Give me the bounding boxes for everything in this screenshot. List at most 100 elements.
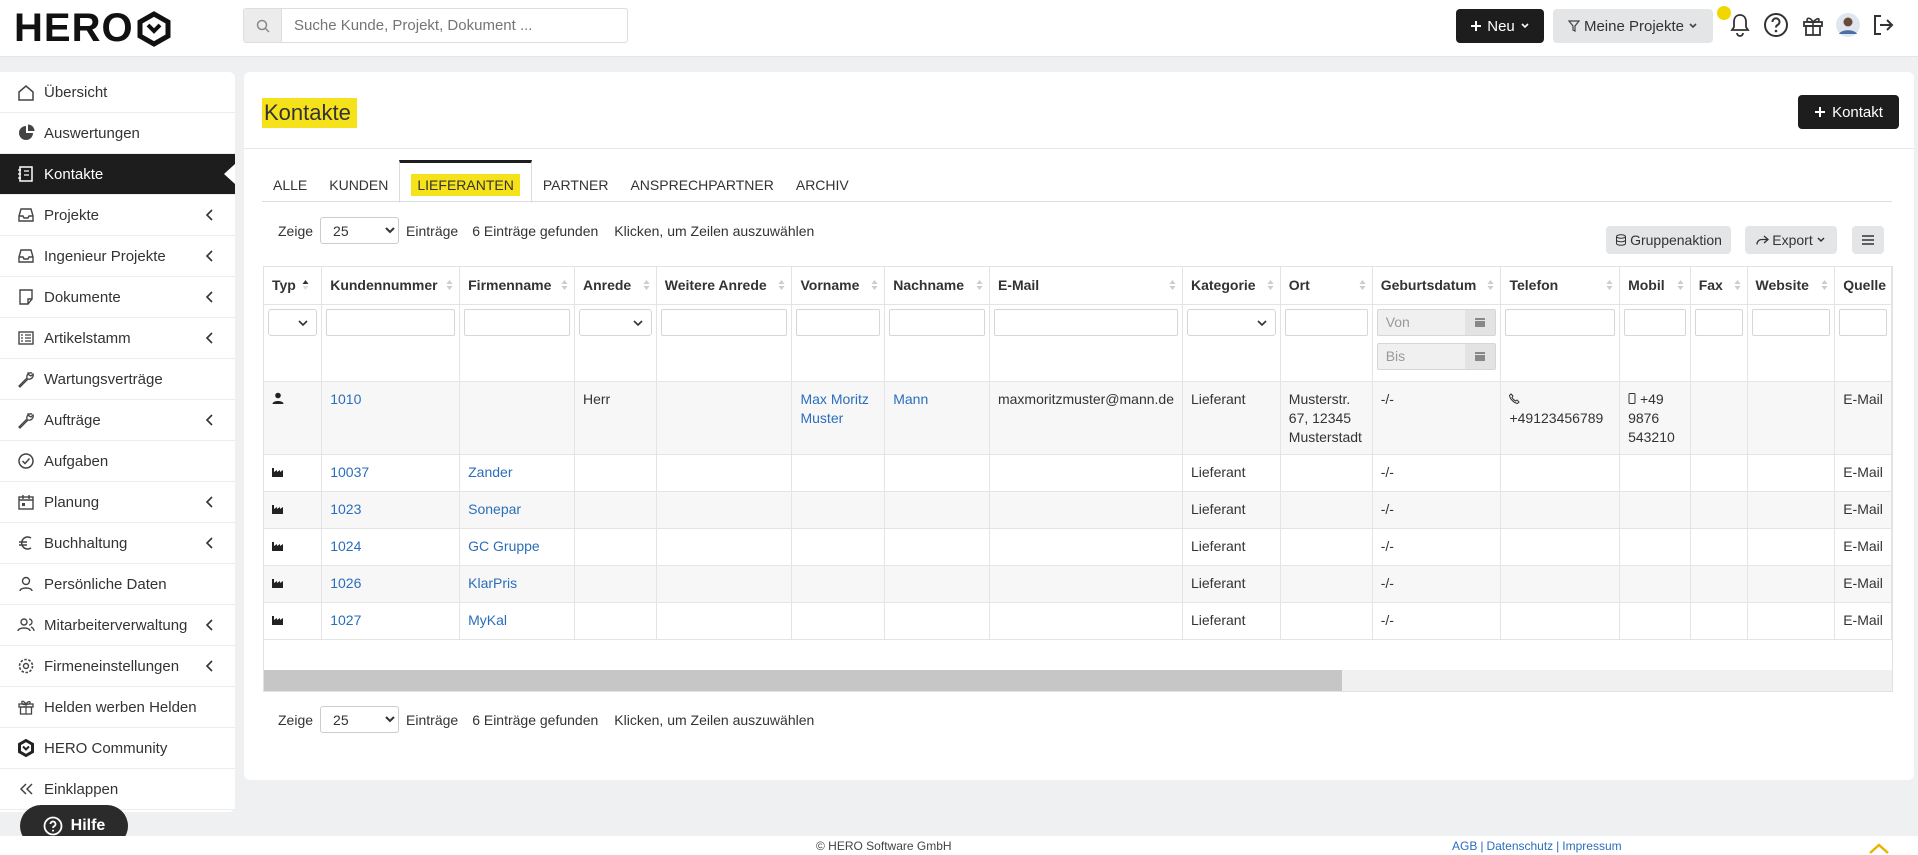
table-cell-vorname[interactable] [791, 454, 886, 492]
filter-input[interactable] [326, 308, 456, 336]
sidebar-item-hero-community[interactable]: HERO Community [0, 728, 235, 769]
horizontal-scrollbar[interactable] [264, 670, 1892, 691]
tab-lieferanten[interactable]: LIEFERANTEN [399, 160, 532, 203]
column-header-firmenname[interactable]: Firmenname [459, 267, 575, 305]
table-cell-nr[interactable]: 1023 [321, 491, 461, 529]
sidebar-item-wartungsverträge[interactable]: Wartungsverträge [0, 359, 235, 400]
table-cell-nr[interactable]: 1024 [321, 528, 461, 566]
export-button[interactable]: Export [1745, 226, 1837, 254]
column-header-mobil[interactable]: Mobil [1619, 267, 1691, 305]
table-cell-vorname[interactable] [791, 491, 886, 529]
scrollbar-thumb[interactable] [264, 670, 1342, 691]
sidebar-item-übersicht[interactable]: Übersicht [0, 72, 235, 113]
cell-value[interactable]: Max Moritz Muster [800, 391, 868, 426]
sidebar-item-helden-werben-helden[interactable]: Helden werben Helden [0, 687, 235, 728]
tab-archiv[interactable]: ARCHIV [785, 160, 860, 202]
table-cell-nachname[interactable] [884, 602, 990, 640]
page-size-select[interactable]: 25 [320, 217, 400, 244]
filter-input[interactable] [993, 308, 1178, 336]
column-header-kategorie[interactable]: Kategorie [1182, 267, 1281, 305]
sidebar-item-kontakte[interactable]: Kontakte [0, 154, 235, 195]
avatar[interactable] [1833, 10, 1863, 40]
filter-select[interactable] [1187, 308, 1276, 336]
cell-value[interactable]: Zander [468, 464, 512, 480]
add-contact-button[interactable]: Kontakt [1798, 95, 1899, 129]
date-from-input[interactable]: Von [1376, 308, 1497, 336]
table-cell-nr[interactable]: 10037 [321, 454, 461, 492]
filter-input[interactable] [1284, 308, 1368, 336]
sidebar-item-artikelstamm[interactable]: Artikelstamm [0, 318, 235, 359]
new-button[interactable]: Neu [1456, 9, 1544, 43]
table-cell-nachname[interactable] [884, 528, 990, 566]
logout-icon[interactable] [1868, 10, 1898, 40]
column-header-geburtsdatum[interactable]: Geburtsdatum [1372, 267, 1502, 305]
tab-kunden[interactable]: KUNDEN [318, 160, 399, 202]
group-action-button[interactable]: Gruppenaktion [1606, 226, 1731, 254]
table-cell-vorname[interactable] [791, 528, 886, 566]
sidebar-item-buchhaltung[interactable]: Buchhaltung [0, 523, 235, 564]
filter-input[interactable] [660, 308, 788, 336]
cell-value[interactable]: 1024 [330, 538, 361, 554]
filter-input[interactable] [1694, 308, 1743, 336]
sidebar-item-projekte[interactable]: Projekte [0, 195, 235, 236]
scroll-top-icon[interactable] [1868, 842, 1890, 854]
help-icon[interactable] [1761, 10, 1791, 40]
table-row[interactable]: 1026 KlarPris Lieferant -/- E-Mail [264, 565, 1892, 603]
cell-value[interactable]: 1023 [330, 501, 361, 517]
filter-input[interactable] [889, 308, 985, 336]
cell-value[interactable]: 1010 [330, 391, 361, 407]
cell-value[interactable]: MyKal [468, 612, 507, 628]
table-cell-firma[interactable]: MyKal [459, 602, 575, 640]
column-header-anrede[interactable]: Anrede [574, 267, 657, 305]
column-header-typ[interactable]: Typ [264, 267, 323, 305]
table-row[interactable]: 10037 Zander Lieferant -/- E-Mail [264, 454, 1892, 492]
cell-value[interactable]: KlarPris [468, 575, 517, 591]
column-header-fax[interactable]: Fax [1690, 267, 1748, 305]
cell-value[interactable]: Sonepar [468, 501, 521, 517]
table-cell-nr[interactable]: 1026 [321, 565, 461, 603]
table-cell-firma[interactable]: KlarPris [459, 565, 575, 603]
cell-value[interactable]: Mann [893, 391, 928, 407]
filter-select[interactable] [268, 308, 318, 336]
gift-icon[interactable] [1798, 10, 1828, 40]
cell-value[interactable]: 1026 [330, 575, 361, 591]
search-input[interactable] [282, 9, 627, 42]
tab-alle[interactable]: ALLE [262, 160, 318, 202]
column-header-weitere-anrede[interactable]: Weitere Anrede [656, 267, 793, 305]
calendar-icon[interactable] [1465, 309, 1496, 335]
table-cell-nr[interactable]: 1027 [321, 602, 461, 640]
tab-partner[interactable]: PARTNER [532, 160, 620, 202]
column-header-nachname[interactable]: Nachname [884, 267, 990, 305]
sidebar-item-ingenieur-projekte[interactable]: Ingenieur Projekte [0, 236, 235, 277]
sidebar-item-auswertungen[interactable]: Auswertungen [0, 113, 235, 154]
table-row[interactable]: 1027 MyKal Lieferant -/- E-Mail [264, 602, 1892, 640]
cell-value[interactable]: GC Gruppe [468, 538, 540, 554]
table-cell-nr[interactable]: 1010 [321, 381, 461, 455]
table-cell-firma[interactable] [459, 381, 575, 455]
table-cell-nachname[interactable] [884, 565, 990, 603]
footer-link-datenschutz[interactable]: Datenschutz [1486, 839, 1553, 853]
tab-ansprechpartner[interactable]: ANSPRECHPARTNER [619, 160, 784, 202]
column-header-ort[interactable]: Ort [1280, 267, 1373, 305]
sidebar-item-aufgaben[interactable]: Aufgaben [0, 441, 235, 482]
date-to-input[interactable]: Bis [1376, 342, 1497, 370]
table-cell-nachname[interactable] [884, 491, 990, 529]
column-menu-button[interactable] [1852, 226, 1884, 254]
footer-link-impressum[interactable]: Impressum [1562, 839, 1621, 853]
hero-logo[interactable]: HERO [14, 6, 172, 51]
table-cell-firma[interactable]: Sonepar [459, 491, 575, 529]
sidebar-item-dokumente[interactable]: Dokumente [0, 277, 235, 318]
filter-input[interactable] [796, 308, 881, 336]
filter-input[interactable] [1505, 308, 1616, 336]
table-row[interactable]: 1023 Sonepar Lieferant -/- E-Mail [264, 491, 1892, 529]
sidebar-item-einklappen[interactable]: Einklappen [0, 769, 235, 810]
filter-input[interactable] [1624, 308, 1686, 336]
column-header-kundennummer[interactable]: Kundennummer [321, 267, 461, 305]
table-cell-firma[interactable]: GC Gruppe [459, 528, 575, 566]
filter-input[interactable] [1751, 308, 1831, 336]
sidebar-item-firmeneinstellungen[interactable]: Firmeneinstellungen [0, 646, 235, 687]
table-cell-nachname[interactable]: Mann [884, 381, 990, 455]
filter-input[interactable] [464, 308, 570, 336]
cell-value[interactable]: 1027 [330, 612, 361, 628]
filter-select[interactable] [578, 308, 652, 336]
